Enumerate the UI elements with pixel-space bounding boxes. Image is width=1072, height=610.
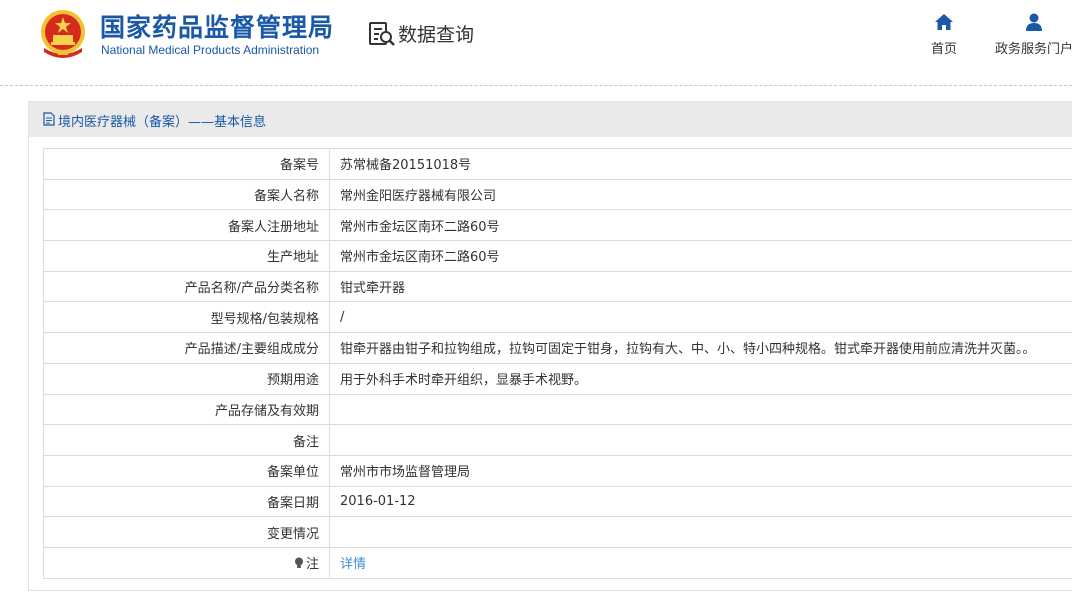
table-row: 备案单位 常州市市场监督管理局 (43, 454, 1072, 487)
field-label: 备案人名称 (43, 178, 330, 211)
field-label: 型号规格/包装规格 (43, 301, 330, 334)
field-value (329, 424, 1072, 456)
site-header: 国家药品监督管理局 National Medical Products Admi… (0, 0, 1072, 86)
note-label-cell: 注 (43, 546, 330, 579)
field-value: 苏常械备20151018号 (329, 148, 1072, 180)
field-label: 变更情况 (43, 516, 330, 548)
field-label: 备案单位 (43, 454, 330, 487)
detail-link[interactable]: 详情 (340, 557, 366, 572)
field-value: 钳牵开器由钳子和拉钩组成，拉钩可固定于钳身，拉钩有大、中、小、特小四种规格。钳式… (329, 332, 1072, 364)
field-label: 备案人注册地址 (43, 209, 330, 242)
table-row: 备注 (43, 424, 1072, 456)
field-label: 产品名称/产品分类名称 (43, 270, 330, 303)
site-logo-subtitle[interactable]: National Medical Products Administration (101, 43, 319, 57)
header-divider (0, 85, 1072, 86)
field-label: 备注 (43, 424, 330, 456)
field-value: 用于外科手术时牵开组织，显暴手术视野。 (329, 362, 1072, 395)
nav-home[interactable]: 首页 (922, 12, 966, 57)
panel-title: 境内医疗器械（备案）——基本信息 (58, 115, 267, 130)
table-row: 生产地址 常州市金坛区南环二路60号 (43, 240, 1072, 272)
field-value: 常州市市场监督管理局 (329, 454, 1072, 487)
page-section-title: 数据查询 (398, 24, 475, 46)
field-label: 产品描述/主要组成成分 (43, 332, 330, 364)
nav-service-portal-label: 政务服务门户 (994, 42, 1072, 57)
field-value (329, 393, 1072, 426)
table-row: 型号规格/包装规格 / (43, 301, 1072, 334)
basic-info-panel: 境内医疗器械（备案）——基本信息 备案号 苏常械备20151018号 备案人名称 常州… (28, 101, 1072, 591)
field-value: 常州市金坛区南环二路60号 (329, 240, 1072, 272)
table-row: 备案日期 2016-01-12 (43, 485, 1072, 518)
home-icon (935, 14, 953, 30)
field-value: 常州市金坛区南环二路60号 (329, 209, 1072, 242)
table-row: 变更情况 (43, 516, 1072, 548)
user-icon (1026, 13, 1042, 31)
field-value: 常州金阳医疗器械有限公司 (329, 178, 1072, 211)
document-icon (43, 112, 55, 126)
table-row: 备案人注册地址 常州市金坛区南环二路60号 (43, 209, 1072, 242)
field-label: 备案号 (43, 148, 330, 180)
national-emblem-icon (41, 10, 85, 58)
bulb-icon (294, 557, 303, 569)
note-label: 注 (305, 557, 319, 573)
field-label: 备案日期 (43, 485, 330, 518)
data-query-icon (369, 22, 395, 46)
field-value (329, 516, 1072, 548)
table-row: 产品存储及有效期 (43, 393, 1072, 426)
table-row: 预期用途 用于外科手术时牵开组织，显暴手术视野。 (43, 362, 1072, 395)
table-row: 产品名称/产品分类名称 钳式牵开器 (43, 270, 1072, 303)
field-value: 钳式牵开器 (329, 270, 1072, 303)
basic-info-table: 备案号 苏常械备20151018号 备案人名称 常州金阳医疗器械有限公司 备案人注册地址… (43, 148, 1072, 579)
field-label: 生产地址 (43, 240, 330, 272)
nav-service-portal[interactable]: 政务服务门户 (992, 12, 1072, 57)
nav-home-label: 首页 (930, 42, 957, 57)
panel-header: 境内医疗器械（备案）——基本信息 (29, 102, 1072, 137)
table-row: 产品描述/主要组成成分 钳牵开器由钳子和拉钩组成，拉钩可固定于钳身，拉钩有大、中、… (43, 332, 1072, 364)
field-label: 预期用途 (43, 362, 330, 395)
field-value: / (329, 301, 1072, 334)
table-row: 备案人名称 常州金阳医疗器械有限公司 (43, 178, 1072, 211)
field-label: 产品存储及有效期 (43, 393, 330, 426)
field-value: 2016-01-12 (329, 485, 1072, 518)
table-row: 备案号 苏常械备20151018号 (43, 148, 1072, 180)
note-value-cell: 详情 (329, 546, 1072, 579)
table-row-note: 注 详情 (43, 546, 1072, 579)
site-logo-title[interactable]: 国家药品监督管理局 (100, 8, 334, 44)
